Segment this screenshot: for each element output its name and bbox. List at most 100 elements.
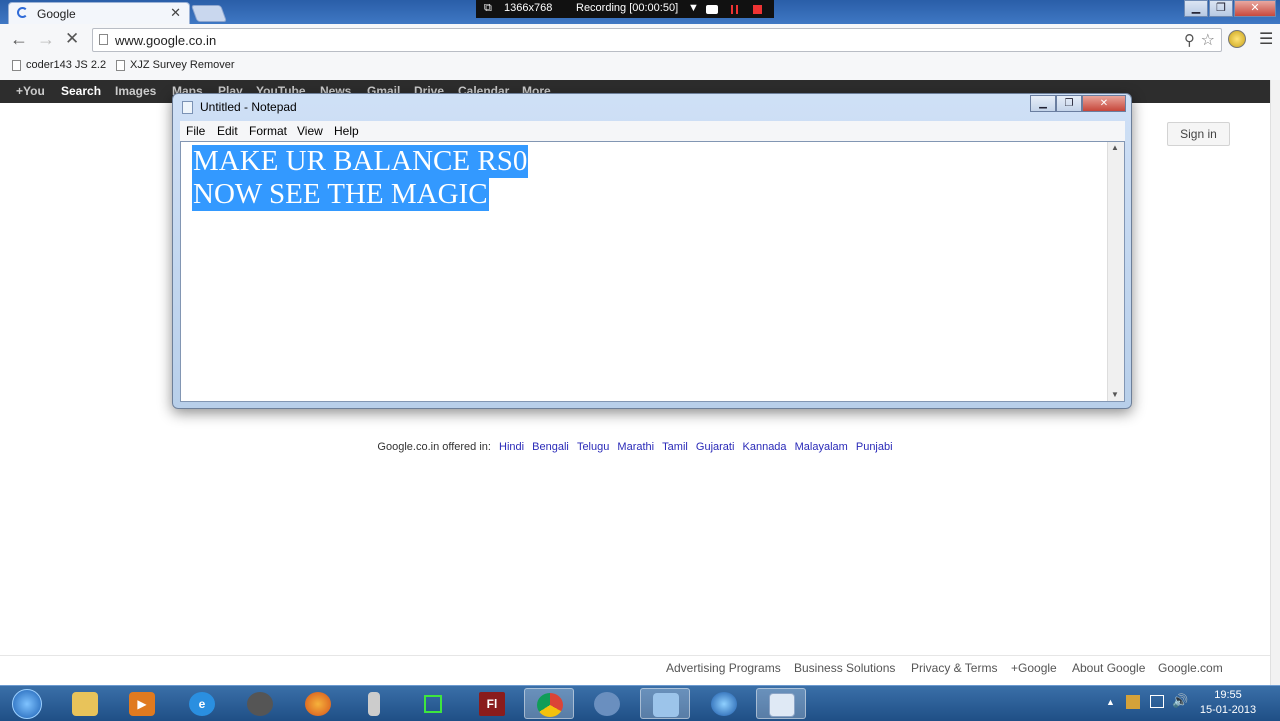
taskbar-green-app[interactable]: [408, 688, 458, 719]
selected-text-line[interactable]: NOW SEE THE MAGIC: [192, 178, 489, 211]
tab-title: Google: [37, 7, 76, 21]
tray-expand-icon[interactable]: ▲: [1106, 697, 1115, 707]
taskbar-firefox[interactable]: [293, 688, 343, 719]
page-scrollbar[interactable]: [1270, 80, 1280, 685]
browser-tab[interactable]: Google ✕: [8, 2, 190, 24]
search-icon[interactable]: ⚲: [1184, 31, 1195, 49]
notepad-icon: [769, 693, 795, 717]
star-icon[interactable]: ☆: [1201, 30, 1215, 50]
folder-icon: [72, 692, 98, 716]
taskbar-notepad[interactable]: [756, 688, 806, 719]
extension-icon[interactable]: [1228, 30, 1246, 48]
language-link-hindi[interactable]: Hindi: [499, 441, 524, 453]
taskbar-network[interactable]: [640, 688, 690, 719]
start-button[interactable]: [2, 688, 54, 719]
menu-file[interactable]: File: [186, 124, 205, 138]
disc-icon: [247, 692, 273, 716]
stop-loading-icon[interactable]: ✕: [65, 29, 79, 49]
restore-button[interactable]: ❐: [1209, 0, 1233, 17]
minimize-button[interactable]: ▁: [1184, 0, 1208, 17]
notepad-title: Untitled - Notepad: [200, 100, 297, 114]
gbar-link-you[interactable]: +You: [16, 84, 45, 98]
scroll-down-icon[interactable]: ▼: [1111, 390, 1119, 399]
scroll-up-icon[interactable]: ▲: [1111, 143, 1119, 152]
taskbar-clock[interactable]: 19:55 15-01-2013: [1196, 688, 1260, 718]
url-text[interactable]: www.google.co.in: [115, 33, 216, 48]
footer-link-advertising[interactable]: Advertising Programs: [666, 661, 781, 675]
forward-arrow-icon[interactable]: →: [37, 29, 55, 50]
notepad-text-area[interactable]: MAKE UR BALANCE RS0 NOW SEE THE MAGIC ▲ …: [180, 141, 1125, 402]
gbar-link-search[interactable]: Search: [61, 84, 101, 98]
footer-link-business[interactable]: Business Solutions: [794, 661, 895, 675]
tray-app-icon[interactable]: [1126, 695, 1140, 709]
language-link-kannada[interactable]: Kannada: [743, 441, 787, 453]
menu-help[interactable]: Help: [334, 124, 359, 138]
bookmark-item[interactable]: coder143 JS 2.2: [12, 59, 106, 71]
language-link-bengali[interactable]: Bengali: [532, 441, 569, 453]
taskbar-phone-app[interactable]: [350, 688, 400, 719]
recording-resolution: 1366x768: [504, 2, 553, 14]
footer-link-google-com[interactable]: Google.com: [1158, 661, 1223, 675]
resize-icon[interactable]: ⧉: [484, 2, 492, 15]
bookmark-label: XJZ Survey Remover: [130, 59, 235, 71]
menu-format[interactable]: Format: [249, 124, 287, 138]
language-link-tamil[interactable]: Tamil: [662, 441, 688, 453]
taskbar-internet-explorer[interactable]: e: [177, 688, 227, 719]
volume-icon[interactable]: 🔊: [1172, 693, 1188, 709]
menu-icon[interactable]: ☰: [1259, 29, 1273, 49]
new-tab-button[interactable]: [190, 5, 228, 22]
bookmark-label: coder143 JS 2.2: [26, 59, 107, 71]
windows-logo-icon: [12, 689, 42, 719]
sign-in-button[interactable]: Sign in: [1167, 122, 1230, 146]
network-icon[interactable]: [1150, 695, 1164, 708]
stop-icon[interactable]: [753, 5, 762, 14]
notepad-maximize-button[interactable]: ❐: [1056, 95, 1082, 112]
flash-icon: Fl: [479, 692, 505, 716]
notepad-menu-bar: File Edit Format View Help: [180, 121, 1125, 141]
dropdown-icon[interactable]: ▼: [688, 2, 699, 14]
notepad-scrollbar[interactable]: ▲ ▼: [1107, 142, 1124, 401]
clock-date: 15-01-2013: [1199, 704, 1257, 716]
taskbar-chrome[interactable]: [524, 688, 574, 719]
tab-close-icon[interactable]: ✕: [170, 5, 181, 21]
notepad-close-button[interactable]: ✕: [1082, 95, 1126, 112]
selected-text-line[interactable]: MAKE UR BALANCE RS0: [192, 145, 529, 178]
gbar-link-images[interactable]: Images: [115, 84, 156, 98]
notepad-window[interactable]: Untitled - Notepad ▁ ❐ ✕ File Edit Forma…: [172, 93, 1132, 409]
recording-toolbar: ⧉ 1366x768 Recording [00:00:50] ▼: [476, 0, 774, 18]
globe-icon: [711, 692, 737, 716]
taskbar-app[interactable]: [582, 688, 632, 719]
app-icon: [594, 692, 620, 716]
language-link-gujarati[interactable]: Gujarati: [696, 441, 735, 453]
language-link-marathi[interactable]: Marathi: [617, 441, 654, 453]
footer-link-plus-google[interactable]: +Google: [1011, 661, 1057, 675]
footer-link-privacy[interactable]: Privacy & Terms: [911, 661, 997, 675]
language-link-telugu[interactable]: Telugu: [577, 441, 609, 453]
taskbar-nero[interactable]: [235, 688, 285, 719]
language-link-punjabi[interactable]: Punjabi: [856, 441, 893, 453]
monitor-icon: [653, 693, 679, 717]
address-bar[interactable]: www.google.co.in ⚲ ☆: [92, 28, 1222, 52]
page-icon: [12, 59, 21, 71]
back-arrow-icon[interactable]: ←: [10, 29, 28, 50]
taskbar-media-player[interactable]: ▶: [117, 688, 167, 719]
windows-taskbar: ▶ e Fl ▲ 🔊: [0, 685, 1280, 721]
language-offer: Google.co.in offered in: Hindi Bengali T…: [0, 441, 1270, 453]
loading-spinner-icon: [17, 7, 28, 18]
language-link-malayalam[interactable]: Malayalam: [795, 441, 848, 453]
footer-link-about[interactable]: About Google: [1072, 661, 1145, 675]
page-icon: [99, 34, 108, 45]
notepad-minimize-button[interactable]: ▁: [1030, 95, 1056, 112]
menu-view[interactable]: View: [297, 124, 323, 138]
language-offer-label: Google.co.in offered in:: [377, 441, 491, 453]
menu-edit[interactable]: Edit: [217, 124, 238, 138]
close-window-button[interactable]: ✕: [1234, 0, 1276, 17]
bookmark-item[interactable]: XJZ Survey Remover: [116, 59, 235, 71]
taskbar-explorer[interactable]: [60, 688, 110, 719]
green-square-icon: [424, 695, 442, 713]
pause-icon[interactable]: [731, 5, 738, 14]
taskbar-flash[interactable]: Fl: [467, 688, 517, 719]
media-player-icon: ▶: [129, 692, 155, 716]
camera-icon[interactable]: [706, 5, 718, 14]
taskbar-globe[interactable]: [699, 688, 749, 719]
